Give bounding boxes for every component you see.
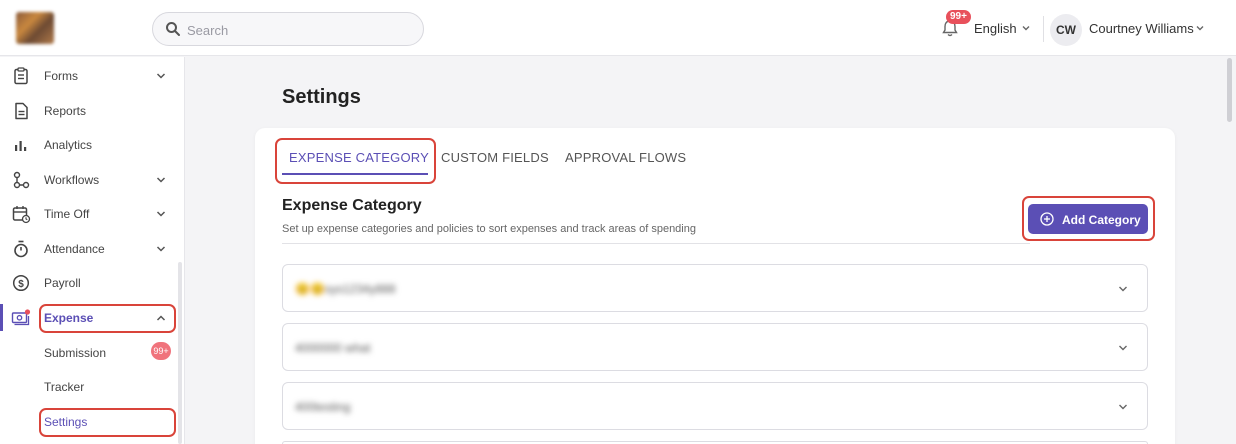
tab-approval-flows[interactable]: APPROVAL FLOWS bbox=[565, 150, 686, 165]
active-indicator bbox=[0, 304, 3, 331]
chevron-down-icon bbox=[156, 73, 166, 79]
divider bbox=[282, 243, 1030, 244]
sidebar-subitem-settings[interactable]: Settings bbox=[44, 415, 87, 429]
sidebar-item-attendance[interactable]: Attendance bbox=[0, 234, 178, 264]
search-box[interactable] bbox=[152, 12, 424, 46]
user-name[interactable]: Courtney Williams bbox=[1089, 21, 1194, 36]
svg-text:$: $ bbox=[18, 279, 24, 290]
chevron-down-icon bbox=[156, 211, 166, 217]
divider bbox=[1043, 16, 1044, 42]
sidebar-scrollbar[interactable] bbox=[178, 262, 182, 444]
document-icon bbox=[15, 102, 28, 120]
chevron-down-icon[interactable] bbox=[1117, 283, 1129, 295]
sidebar: Forms Reports Analytics Workflows Time O… bbox=[0, 57, 185, 444]
calendar-clock-icon bbox=[12, 206, 31, 224]
dollar-circle-icon: $ bbox=[12, 274, 30, 292]
language-selector[interactable]: English bbox=[974, 21, 1017, 36]
page-scrollbar[interactable] bbox=[1227, 58, 1232, 122]
search-icon bbox=[166, 22, 180, 36]
user-avatar[interactable]: CW bbox=[1050, 14, 1082, 46]
notification-badge: 99+ bbox=[946, 10, 971, 24]
sidebar-item-label: Attendance bbox=[44, 242, 105, 256]
active-tab-underline bbox=[282, 173, 428, 175]
search-input[interactable] bbox=[187, 20, 407, 40]
add-category-label: Add Category bbox=[1062, 213, 1141, 227]
sidebar-item-payroll[interactable]: $ Payroll bbox=[0, 268, 178, 298]
add-category-button[interactable]: Add Category bbox=[1028, 204, 1148, 234]
sidebar-item-forms[interactable]: Forms bbox=[0, 61, 178, 91]
page-title: Settings bbox=[282, 86, 361, 108]
sidebar-item-analytics[interactable]: Analytics bbox=[0, 130, 178, 160]
stopwatch-icon bbox=[14, 240, 28, 258]
chevron-down-icon bbox=[156, 177, 166, 183]
sidebar-item-reports[interactable]: Reports bbox=[0, 96, 178, 126]
sidebar-item-label: Expense bbox=[44, 311, 94, 325]
sidebar-item-workflows[interactable]: Workflows bbox=[0, 165, 178, 195]
tab-expense-category[interactable]: EXPENSE CATEGORY bbox=[289, 150, 429, 165]
sidebar-item-time-off[interactable]: Time Off bbox=[0, 199, 178, 229]
tab-custom-fields[interactable]: CUSTOM FIELDS bbox=[441, 150, 549, 165]
category-row[interactable]: 4000000 what bbox=[282, 323, 1148, 371]
section-title: Expense Category bbox=[282, 197, 422, 214]
chevron-down-icon[interactable] bbox=[1117, 342, 1129, 354]
clipboard-icon bbox=[14, 67, 28, 85]
bar-chart-icon bbox=[15, 141, 27, 151]
sidebar-subitem-tracker[interactable]: Tracker bbox=[44, 380, 84, 394]
chevron-down-icon bbox=[156, 246, 166, 252]
chevron-down-icon[interactable] bbox=[1117, 401, 1129, 413]
chevron-up-icon bbox=[156, 315, 166, 321]
submission-count-badge: 99+ bbox=[151, 342, 171, 360]
category-row[interactable]: 400testing bbox=[282, 382, 1148, 430]
company-logo[interactable] bbox=[16, 12, 54, 44]
section-description: Set up expense categories and policies t… bbox=[282, 223, 696, 235]
category-name: 4000000 what bbox=[295, 341, 371, 355]
category-name: 😊😊sys1234y888 bbox=[295, 282, 396, 296]
sidebar-item-label: Time Off bbox=[44, 207, 90, 221]
workflow-icon bbox=[13, 171, 30, 189]
chevron-down-icon[interactable] bbox=[1194, 22, 1206, 34]
sidebar-item-label: Forms bbox=[44, 69, 78, 83]
category-row[interactable]: 😊😊sys1234y888 bbox=[282, 264, 1148, 312]
top-bar: 99+ English CW Courtney Williams bbox=[0, 0, 1236, 56]
sidebar-item-label: Payroll bbox=[44, 276, 81, 290]
sidebar-subitem-submission[interactable]: Submission bbox=[44, 346, 106, 360]
sidebar-item-label: Reports bbox=[44, 104, 87, 118]
category-name: 400testing bbox=[295, 400, 351, 414]
plus-circle-icon bbox=[1040, 212, 1054, 226]
sidebar-item-label: Analytics bbox=[44, 138, 93, 152]
sidebar-item-expense[interactable]: Expense bbox=[0, 303, 178, 333]
expense-icon bbox=[11, 309, 31, 326]
chevron-down-icon bbox=[1022, 26, 1030, 31]
sidebar-item-label: Workflows bbox=[44, 173, 100, 187]
